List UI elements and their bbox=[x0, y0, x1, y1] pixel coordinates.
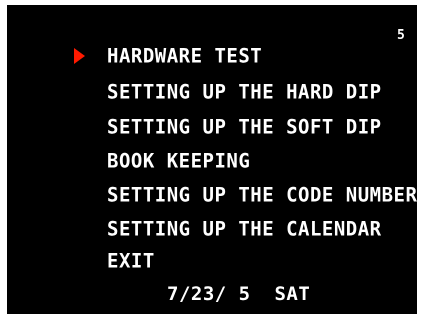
weekday-value: SAT bbox=[274, 283, 311, 305]
menu-item-hardware-test[interactable]: HARDWARE TEST bbox=[107, 41, 262, 70]
calendar-date-display: 7/23/ 5 SAT bbox=[167, 280, 310, 308]
menu-item-book-keeping[interactable]: BOOK KEEPING bbox=[107, 146, 250, 175]
menu-item-exit[interactable]: EXIT bbox=[107, 246, 155, 275]
test-mode-screen: 5 HARDWARE TEST SETTING UP THE HARD DIP … bbox=[7, 5, 417, 314]
selection-cursor-icon bbox=[74, 48, 85, 64]
test-menu: HARDWARE TEST SETTING UP THE HARD DIP SE… bbox=[7, 5, 417, 314]
menu-item-hard-dip[interactable]: SETTING UP THE HARD DIP bbox=[107, 77, 382, 106]
menu-item-calendar[interactable]: SETTING UP THE CALENDAR bbox=[107, 214, 382, 243]
menu-item-code-number[interactable]: SETTING UP THE CODE NUMBER bbox=[107, 180, 417, 209]
date-value: 7/23/ 5 bbox=[167, 283, 251, 305]
menu-item-soft-dip[interactable]: SETTING UP THE SOFT DIP bbox=[107, 112, 382, 141]
